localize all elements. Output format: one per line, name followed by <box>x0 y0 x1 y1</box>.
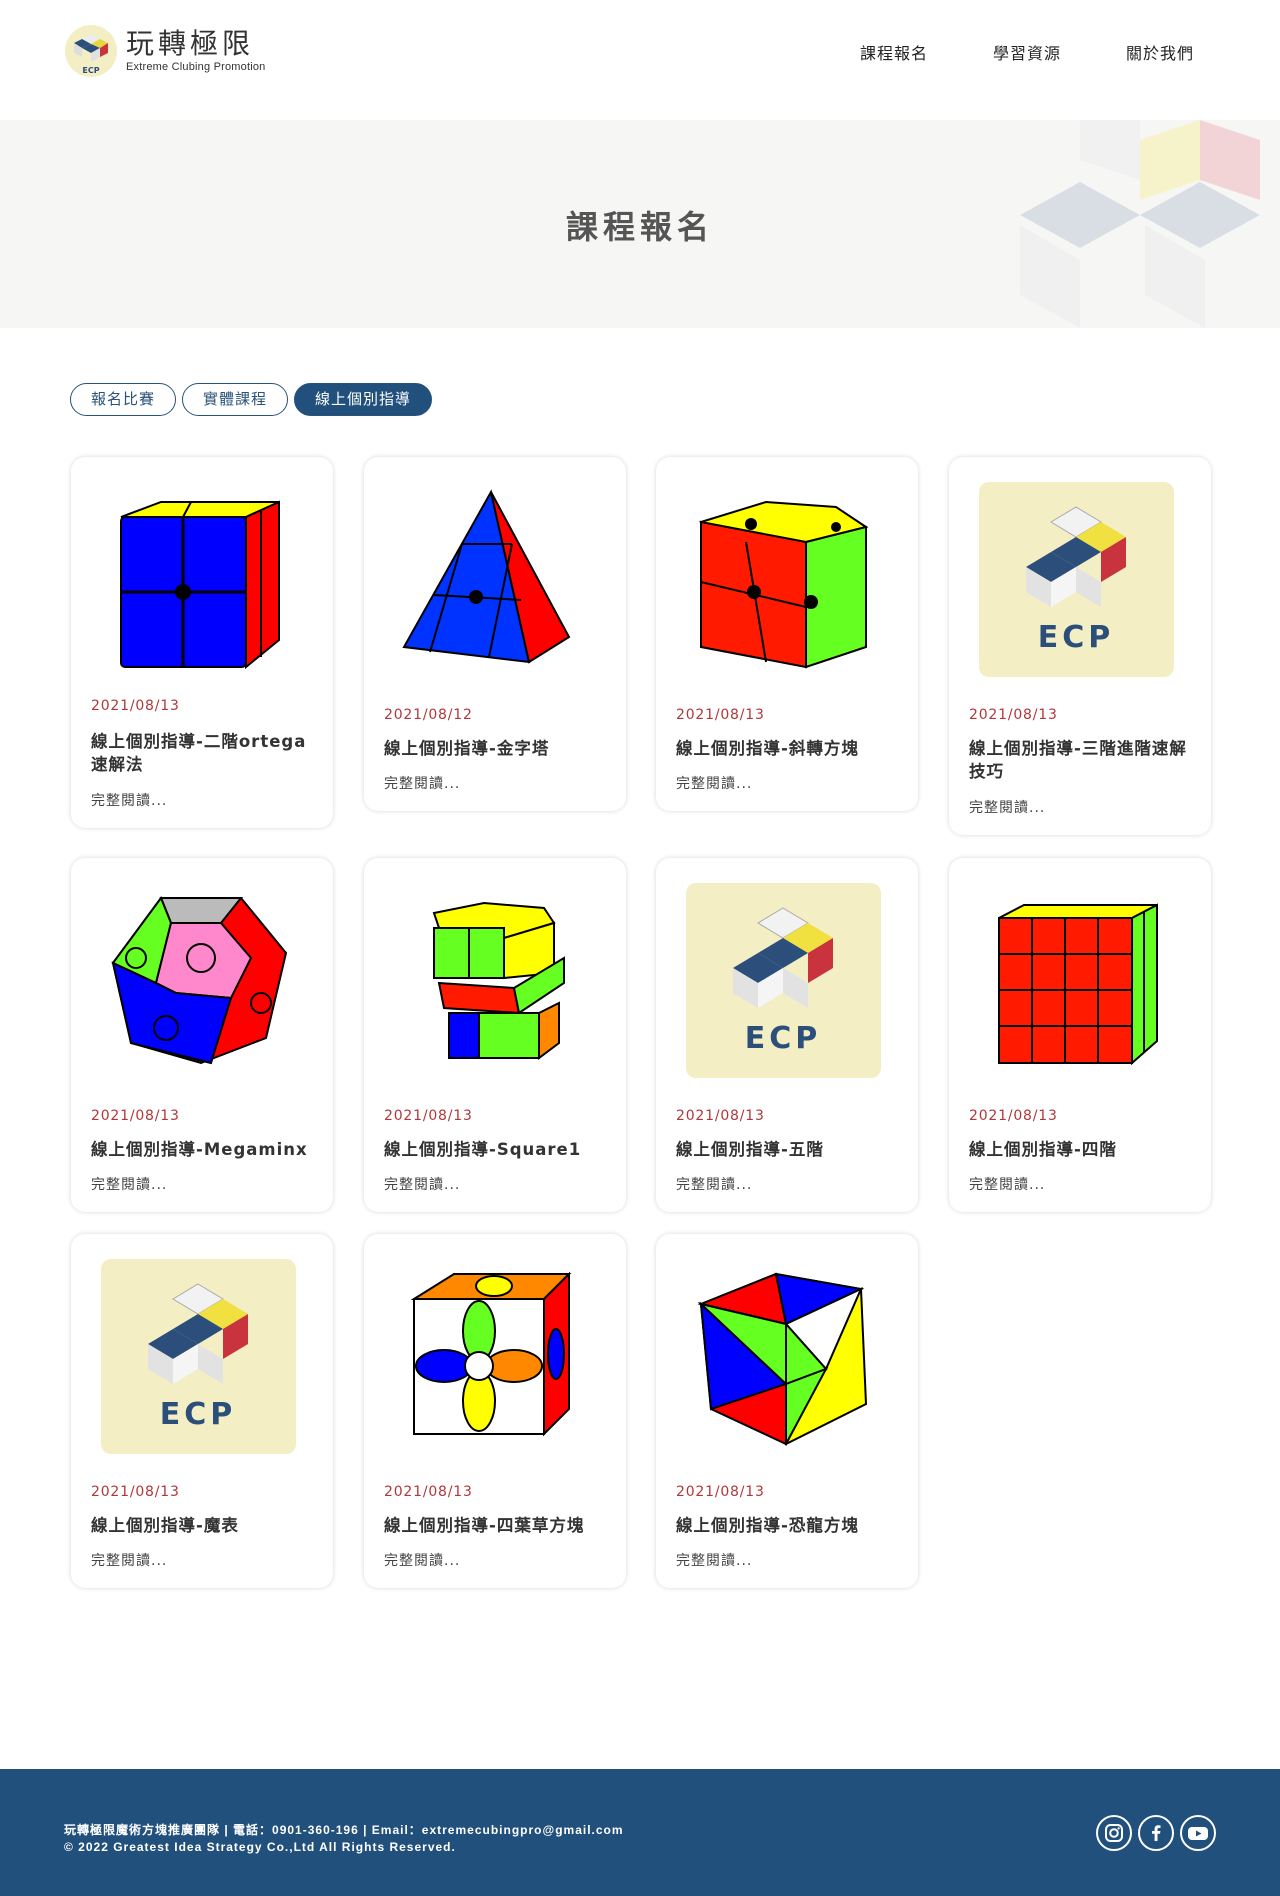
read-more-link[interactable]: 完整閱讀... <box>384 773 460 793</box>
read-more-link[interactable]: 完整閱讀... <box>384 1550 460 1570</box>
main-nav: 課程報名 學習資源 關於我們 <box>860 40 1259 64</box>
read-more-link[interactable]: 完整閱讀... <box>384 1174 460 1194</box>
2x2-cube-icon <box>120 500 280 670</box>
ecp-logo-label: ECP <box>1038 620 1115 655</box>
read-more-link[interactable]: 完整閱讀... <box>969 1174 1045 1194</box>
site-header: ECP 玩轉極限 Extreme Clubing Promotion 課程報名 … <box>0 0 1280 120</box>
read-more-link[interactable]: 完整閱讀... <box>91 1550 167 1570</box>
nav-item-course-registration[interactable]: 課程報名 <box>860 40 928 64</box>
ecp-logo-icon: ECP <box>979 482 1174 677</box>
course-title[interactable]: 線上個別指導-魔表 <box>91 1514 316 1537</box>
ecp-logo-icon: ECP <box>65 25 117 77</box>
read-more-link[interactable]: 完整閱讀... <box>91 790 167 810</box>
course-date: 2021/08/13 <box>384 1484 473 1500</box>
read-more-link[interactable]: 完整閱讀... <box>676 1550 752 1570</box>
read-more-link[interactable]: 完整閱讀... <box>969 797 1045 817</box>
course-title[interactable]: 線上個別指導-五階 <box>676 1138 901 1161</box>
youtube-icon[interactable] <box>1180 1815 1216 1851</box>
course-card[interactable]: 2021/08/13 線上個別指導-Megaminx 完整閱讀... <box>71 858 333 1212</box>
nav-item-learning-resources[interactable]: 學習資源 <box>993 40 1061 64</box>
course-title[interactable]: 線上個別指導-二階ortega速解法 <box>91 730 316 776</box>
course-category-tabs: 報名比賽 實體課程 線上個別指導 <box>70 383 438 416</box>
course-title[interactable]: 線上個別指導-Megaminx <box>91 1138 316 1161</box>
ecp-logo-icon: ECP <box>686 883 881 1078</box>
course-date: 2021/08/13 <box>676 1108 765 1124</box>
megaminx-icon <box>111 895 288 1065</box>
course-card[interactable]: ECP 2021/08/13 線上個別指導-五階 完整閱讀... <box>656 858 918 1212</box>
pyraminx-icon <box>402 489 571 664</box>
clover-cube-icon <box>410 1271 572 1437</box>
course-title[interactable]: 線上個別指導-金字塔 <box>384 737 609 760</box>
read-more-link[interactable]: 完整閱讀... <box>676 1174 752 1194</box>
nav-item-about-us[interactable]: 關於我們 <box>1126 40 1194 64</box>
course-title[interactable]: 線上個別指導-四葉草方塊 <box>384 1514 609 1537</box>
ecp-logo-icon: ECP <box>101 1259 296 1454</box>
tab-online-coaching[interactable]: 線上個別指導 <box>294 383 433 416</box>
read-more-link[interactable]: 完整閱讀... <box>91 1174 167 1194</box>
footer-contact-info: 玩轉極限魔術方塊推廣團隊 | 電話：0901-360-196 | Email：e… <box>64 1823 624 1837</box>
tab-competition-registration[interactable]: 報名比賽 <box>70 383 177 416</box>
site-footer: 玩轉極限魔術方塊推廣團隊 | 電話：0901-360-196 | Email：e… <box>0 1769 1280 1896</box>
course-date: 2021/08/13 <box>91 698 180 714</box>
course-title[interactable]: 線上個別指導-斜轉方塊 <box>676 737 901 760</box>
logo-subtitle: Extreme Clubing Promotion <box>126 61 266 73</box>
ecp-logo-label: ECP <box>160 1397 237 1432</box>
course-date: 2021/08/13 <box>676 1484 765 1500</box>
skewb-icon <box>698 500 869 669</box>
course-date: 2021/08/12 <box>384 707 473 723</box>
course-title[interactable]: 線上個別指導-三階進階速解技巧 <box>969 737 1194 783</box>
course-card[interactable]: 2021/08/13 線上個別指導-四階 完整閱讀... <box>949 858 1211 1212</box>
course-title[interactable]: 線上個別指導-恐龍方塊 <box>676 1514 901 1537</box>
footer-copyright: © 2022 Greatest Idea Strategy Co.,Ltd Al… <box>64 1840 456 1854</box>
course-title[interactable]: 線上個別指導-四階 <box>969 1138 1194 1161</box>
course-date: 2021/08/13 <box>91 1484 180 1500</box>
course-card[interactable]: 2021/08/13 線上個別指導-四葉草方塊 完整閱讀... <box>364 1234 626 1588</box>
course-card[interactable]: ECP 2021/08/13 線上個別指導-三階進階速解技巧 完整閱讀... <box>949 457 1211 835</box>
4x4-cube-icon <box>998 903 1158 1066</box>
course-date: 2021/08/13 <box>91 1108 180 1124</box>
course-card[interactable]: 2021/08/13 線上個別指導-恐龍方塊 完整閱讀... <box>656 1234 918 1588</box>
instagram-icon[interactable] <box>1096 1815 1132 1851</box>
ecp-logo-label: ECP <box>745 1021 822 1056</box>
course-date: 2021/08/13 <box>384 1108 473 1124</box>
course-card[interactable]: 2021/08/13 線上個別指導-Square1 完整閱讀... <box>364 858 626 1212</box>
dino-cube-icon <box>697 1272 868 1446</box>
course-card[interactable]: ECP 2021/08/13 線上個別指導-魔表 完整閱讀... <box>71 1234 333 1588</box>
course-card[interactable]: 2021/08/13 線上個別指導-二階ortega速解法 完整閱讀... <box>71 457 333 828</box>
site-logo[interactable]: ECP 玩轉極限 Extreme Clubing Promotion <box>64 24 266 78</box>
course-card[interactable]: 2021/08/12 線上個別指導-金字塔 完整閱讀... <box>364 457 626 811</box>
course-date: 2021/08/13 <box>969 707 1058 723</box>
page-title: 課程報名 <box>565 208 714 246</box>
logo-badge: ECP <box>82 66 99 75</box>
logo-title: 玩轉極限 <box>126 27 255 60</box>
facebook-icon[interactable] <box>1138 1815 1174 1851</box>
page-banner: 課程報名 <box>0 120 1280 328</box>
tab-in-person-courses[interactable]: 實體課程 <box>182 383 289 416</box>
course-card[interactable]: 2021/08/13 線上個別指導-斜轉方塊 完整閱讀... <box>656 457 918 811</box>
course-date: 2021/08/13 <box>676 707 765 723</box>
course-title[interactable]: 線上個別指導-Square1 <box>384 1138 609 1161</box>
square1-icon <box>432 901 565 1060</box>
read-more-link[interactable]: 完整閱讀... <box>676 773 752 793</box>
course-date: 2021/08/13 <box>969 1108 1058 1124</box>
